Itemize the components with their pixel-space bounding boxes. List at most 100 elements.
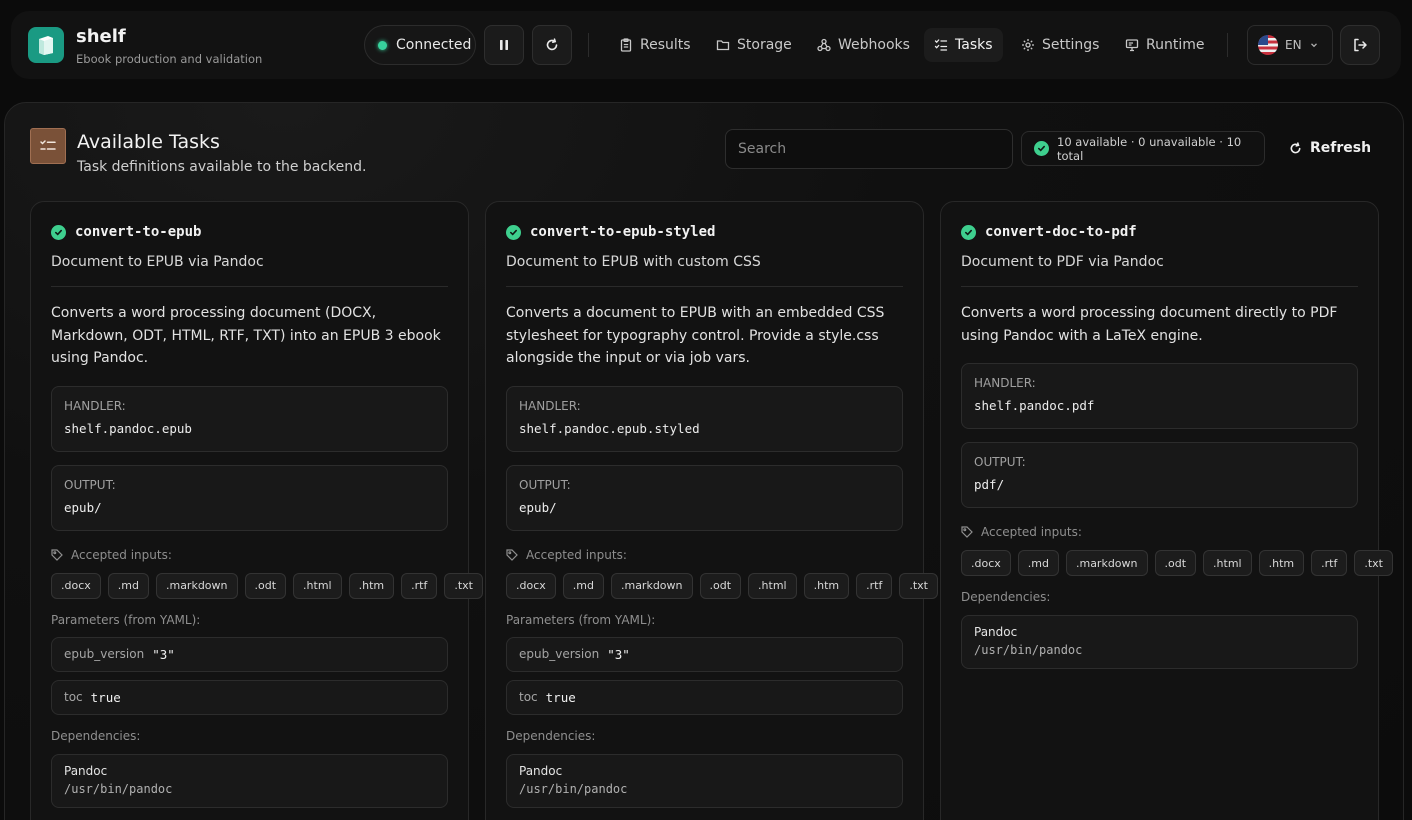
search-input[interactable] [725, 129, 1013, 169]
tag-icon [51, 548, 63, 561]
shelf-logo-icon[interactable] [28, 27, 64, 63]
input-chip: .markdown [1065, 550, 1148, 576]
pause-icon [500, 40, 508, 50]
accepted-inputs-heading: Accepted inputs: [506, 547, 903, 563]
dependency-name: Pandoc [974, 625, 1018, 639]
param-row: toc true [51, 679, 448, 715]
param-key: epub_version [64, 647, 145, 661]
input-chip: .txt [1354, 550, 1393, 576]
tag-icon [506, 548, 518, 561]
input-chip: .html [748, 572, 797, 599]
dependencies-label: Dependencies: [506, 728, 596, 743]
folder-icon [716, 40, 730, 51]
page-title: Available Tasks [77, 131, 220, 153]
tasks-panel-icon [30, 128, 66, 164]
nav-settings[interactable]: Settings [1011, 28, 1109, 62]
param-row: toc true [506, 679, 903, 715]
input-chip: .htm [348, 572, 395, 599]
param-row: epub_version "3" [506, 636, 903, 672]
logout-button[interactable] [1340, 25, 1380, 65]
input-chip: .rtf [401, 572, 438, 599]
monitor-icon [1125, 39, 1139, 52]
output-label: OUTPUT: [64, 477, 116, 492]
handler-label: HANDLER: [64, 398, 126, 413]
input-chip: .odt [244, 572, 287, 599]
available-check-icon [51, 224, 66, 240]
dependency-path: /usr/bin/pandoc [64, 781, 173, 796]
input-chip: .html [293, 572, 342, 599]
input-chip: .docx [51, 572, 101, 599]
input-chip: .md [562, 572, 604, 599]
accepted-inputs-label: Accepted inputs: [71, 547, 172, 562]
input-chip: .odt [699, 572, 742, 599]
dependency-box: Pandoc /usr/bin/pandoc [51, 753, 448, 808]
param-value: "3" [152, 646, 175, 662]
nav-results-label: Results [640, 37, 691, 53]
handler-label: HANDLER: [974, 376, 1036, 390]
nav-tasks-label: Tasks [955, 37, 993, 53]
task-summary: Document to EPUB with custom CSS [506, 254, 761, 270]
nav-webhooks-label: Webhooks [838, 37, 910, 53]
input-chips: .docx .md .markdown .odt .html .htm .rtf… [506, 572, 938, 599]
output-value: epub/ [64, 499, 102, 515]
task-name: convert-to-epub [75, 224, 202, 240]
task-card-convert-to-epub[interactable]: convert-to-epub Document to EPUB via Pan… [30, 201, 483, 820]
task-summary: Document to EPUB via Pandoc [51, 254, 264, 270]
nav-tasks[interactable]: Tasks [924, 28, 1003, 62]
connection-status[interactable]: Connected [364, 25, 476, 65]
refresh-button[interactable]: Refresh [1279, 133, 1381, 163]
nav-results[interactable]: Results [609, 28, 701, 62]
output-box: OUTPUT: epub/ [506, 464, 903, 531]
page-subtitle: Task definitions available to the backen… [77, 159, 367, 175]
availability-summary-text: 10 available · 0 unavailable · 10 total [1057, 134, 1242, 163]
param-key: epub_version [519, 647, 600, 661]
dependency-name: Pandoc [519, 763, 563, 778]
input-chip: .html [1203, 550, 1252, 576]
accepted-inputs-label: Accepted inputs: [981, 525, 1082, 539]
param-value: "3" [607, 646, 630, 662]
connection-status-label: Connected [396, 37, 472, 53]
input-chip: .odt [1154, 550, 1197, 576]
chevron-down-icon [1310, 43, 1317, 48]
top-bar: shelf Ebook production and validation Co… [11, 11, 1401, 79]
output-box: OUTPUT: epub/ [51, 464, 448, 531]
input-chip: .rtf [856, 572, 893, 599]
handler-box: HANDLER: shelf.pandoc.pdf [961, 363, 1358, 429]
task-name: convert-to-epub-styled [530, 224, 716, 240]
brand-tagline: Ebook production and validation [76, 52, 263, 66]
language-selector[interactable]: EN [1247, 25, 1333, 65]
tag-icon [961, 526, 973, 538]
divider [506, 286, 903, 287]
dependencies-label: Dependencies: [961, 590, 1051, 604]
task-description: Converts a word processing document (DOC… [51, 305, 441, 366]
task-card-convert-doc-to-pdf[interactable]: convert-doc-to-pdf Document to PDF via P… [940, 201, 1393, 820]
output-box: OUTPUT: pdf/ [961, 442, 1358, 508]
accepted-inputs-heading: Accepted inputs: [51, 547, 448, 563]
input-chip: .markdown [610, 572, 693, 599]
brand-name: shelf [76, 26, 126, 47]
language-label: EN [1285, 38, 1302, 52]
param-key: toc [519, 690, 538, 704]
input-chip: .txt [899, 572, 938, 599]
input-chip: .md [1017, 550, 1059, 576]
output-value: pdf/ [974, 477, 1005, 492]
param-row: epub_version "3" [51, 636, 448, 672]
input-chip: .docx [961, 550, 1011, 576]
divider [1227, 33, 1228, 57]
us-flag-icon [1258, 35, 1278, 55]
handler-label: HANDLER: [519, 398, 581, 413]
nav-storage-label: Storage [737, 37, 792, 53]
pause-button[interactable] [484, 25, 524, 65]
status-dot-icon [378, 40, 387, 50]
handler-box: HANDLER: shelf.pandoc.epub.styled [506, 385, 903, 452]
param-key: toc [64, 690, 83, 704]
task-card-convert-to-epub-styled[interactable]: convert-to-epub-styled Document to EPUB … [485, 201, 938, 820]
nav-runtime[interactable]: Runtime [1115, 28, 1214, 62]
nav-webhooks[interactable]: Webhooks [807, 28, 920, 62]
input-chip: .docx [506, 572, 556, 599]
reload-icon [546, 38, 558, 51]
nav-storage[interactable]: Storage [706, 28, 802, 62]
reload-button[interactable] [532, 25, 572, 65]
parameters-label: Parameters (from YAML): [51, 612, 201, 627]
refresh-label: Refresh [1310, 140, 1372, 156]
